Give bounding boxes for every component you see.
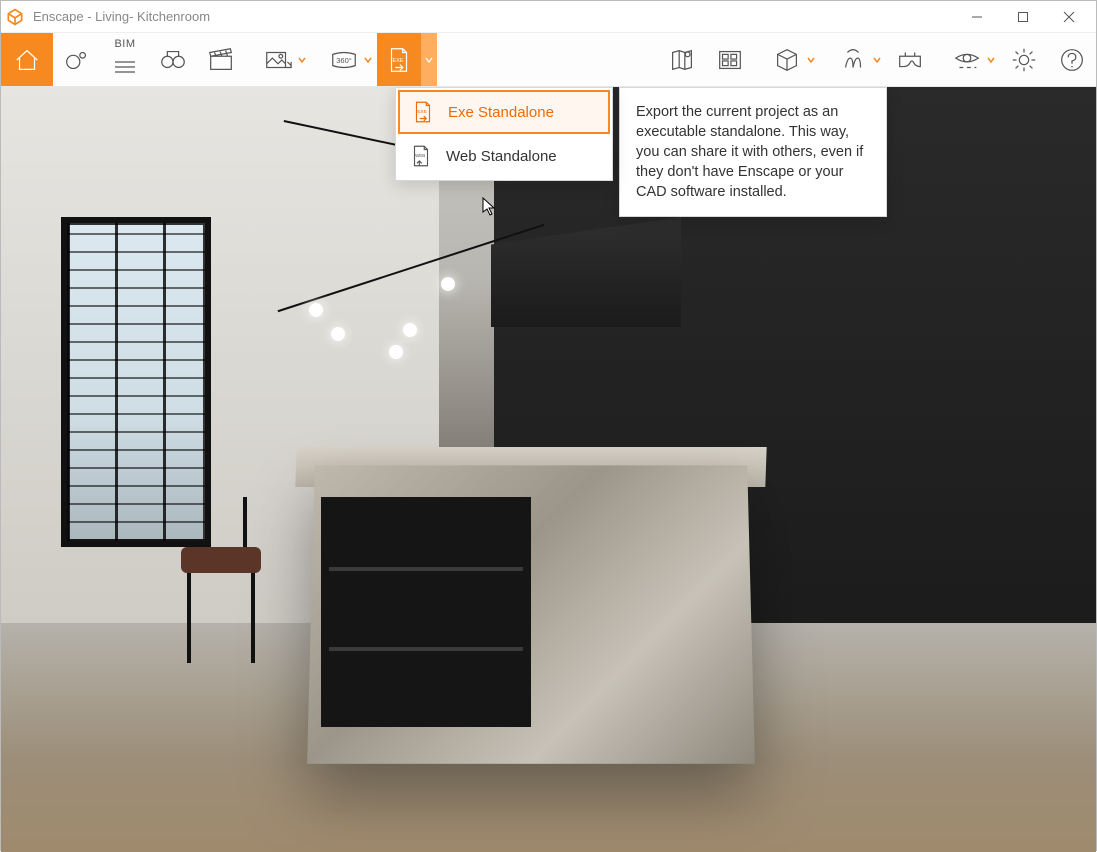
web-export-icon: WEB: [408, 143, 434, 169]
tooltip-text: Export the current project as an executa…: [636, 104, 863, 200]
map-button[interactable]: [658, 33, 706, 86]
create-view-button[interactable]: [53, 33, 101, 86]
scene-shelves: [321, 497, 531, 727]
visual-settings-dropdown[interactable]: [934, 33, 1000, 86]
window-close-button[interactable]: [1046, 1, 1092, 33]
titlebar: Enscape - Living- Kitchenroom: [1, 1, 1096, 33]
settings-button[interactable]: [1000, 33, 1048, 86]
scene-window: [61, 217, 211, 547]
binoculars-button[interactable]: [149, 33, 197, 86]
vr-button[interactable]: [886, 33, 934, 86]
clapperboard-button[interactable]: [197, 33, 245, 86]
cursor-icon: [482, 197, 496, 217]
svg-text:360°: 360°: [336, 55, 352, 64]
menu-item-exe-standalone[interactable]: EXE Exe Standalone: [398, 90, 610, 134]
window-minimize-button[interactable]: [954, 1, 1000, 33]
home-button[interactable]: [1, 33, 53, 86]
window-maximize-button[interactable]: [1000, 1, 1046, 33]
cube-dropdown[interactable]: [754, 33, 820, 86]
menu-item-web-standalone[interactable]: WEB Web Standalone: [398, 134, 610, 178]
export-dropdown-menu: EXE Exe Standalone WEB Web Standalone: [395, 87, 613, 181]
render-viewport[interactable]: EXE Exe Standalone WEB Web Standalone Ex…: [1, 87, 1096, 852]
app-logo-icon: [5, 7, 25, 27]
bim-info-button[interactable]: BIM: [101, 33, 149, 86]
help-button[interactable]: [1048, 33, 1096, 86]
window-title: Enscape - Living- Kitchenroom: [33, 9, 954, 24]
panorama-dropdown[interactable]: 360°: [311, 33, 377, 86]
svg-text:EXE: EXE: [417, 109, 427, 115]
screenshot-dropdown[interactable]: [245, 33, 311, 86]
exe-export-chevron[interactable]: [421, 33, 437, 86]
bim-label: BIM: [114, 38, 135, 50]
scene-chair: [181, 507, 291, 667]
exe-export-icon: EXE: [410, 99, 436, 125]
svg-text:WEB: WEB: [415, 153, 425, 158]
tooltip: Export the current project as an executa…: [619, 87, 887, 217]
exe-export-button[interactable]: EXE: [377, 33, 421, 86]
toolbar: BIM 360° EXE: [1, 33, 1096, 87]
menu-item-label: Exe Standalone: [448, 104, 554, 121]
menu-item-label: Web Standalone: [446, 148, 557, 165]
collaboration-dropdown[interactable]: [820, 33, 886, 86]
svg-text:EXE: EXE: [392, 57, 403, 63]
asset-library-button[interactable]: [706, 33, 754, 86]
